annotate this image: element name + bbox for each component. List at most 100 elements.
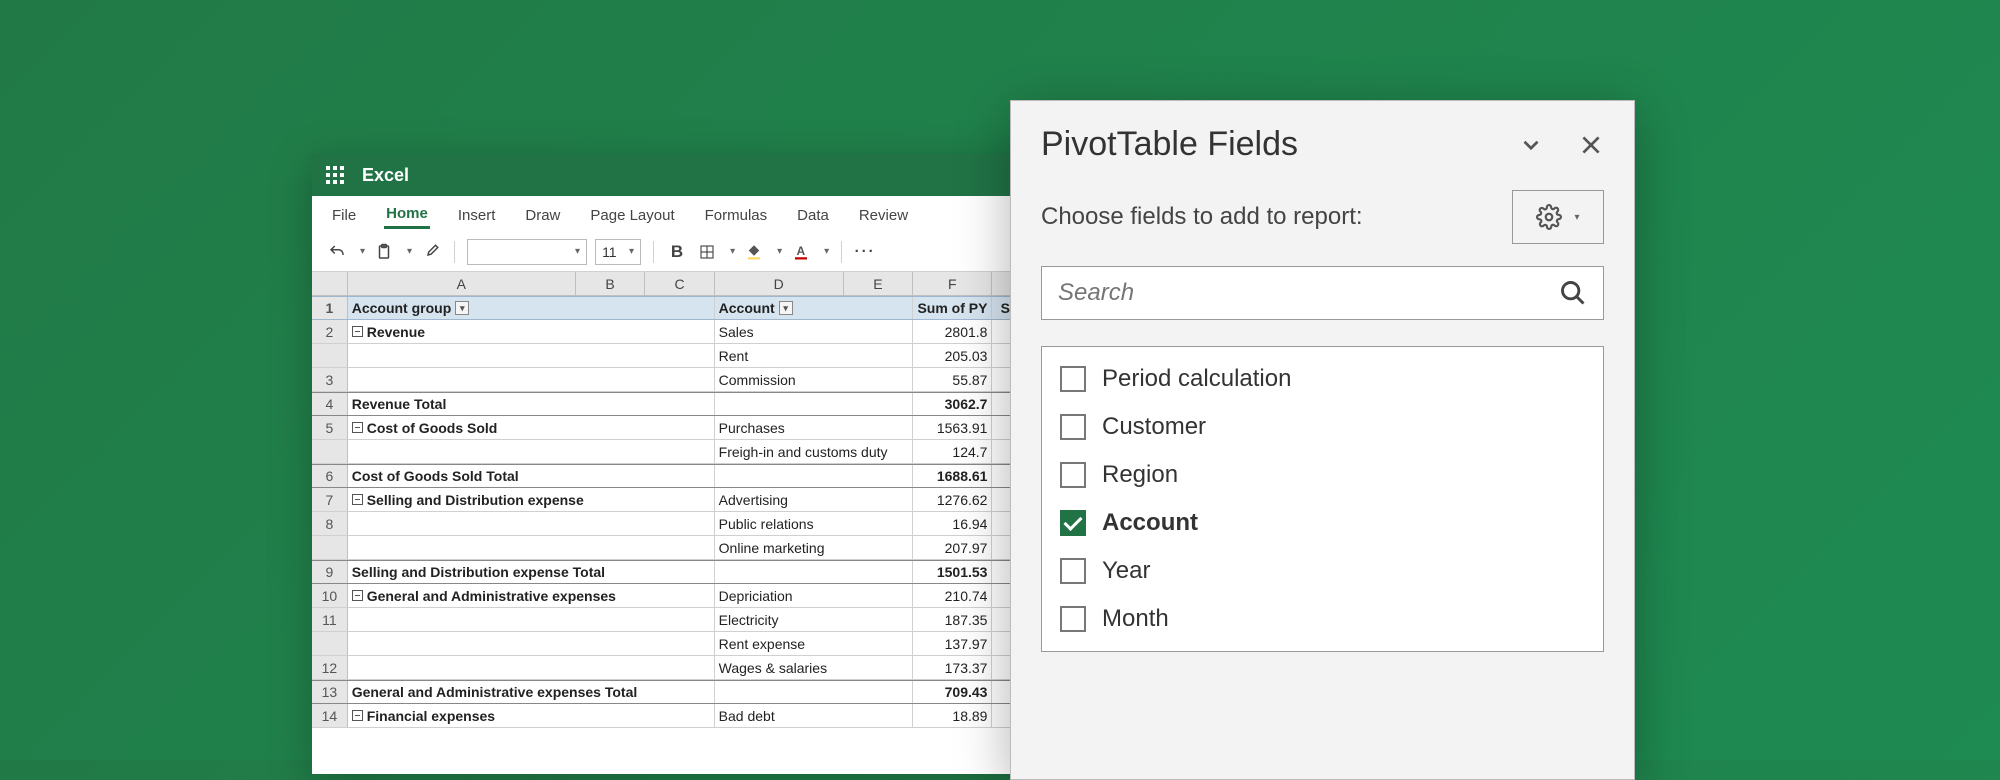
- cell[interactable]: Sum of PY: [913, 297, 992, 319]
- row-number[interactable]: 4: [312, 393, 348, 415]
- row-number[interactable]: 9: [312, 561, 348, 583]
- cell[interactable]: Selling and Distribution expense: [348, 488, 715, 511]
- row-number[interactable]: 6: [312, 465, 348, 487]
- row-number[interactable]: [312, 344, 348, 367]
- table-row[interactable]: 3Commission55.87: [312, 368, 1052, 392]
- table-row[interactable]: 7Selling and Distribution expenseAdverti…: [312, 488, 1052, 512]
- row-number[interactable]: 14: [312, 704, 348, 727]
- column-header-e[interactable]: E: [844, 272, 913, 295]
- row-number[interactable]: 3: [312, 368, 348, 391]
- table-row[interactable]: 2RevenueSales2801.837: [312, 320, 1052, 344]
- cell[interactable]: 1563.91: [913, 416, 992, 439]
- fill-color-dropdown-icon[interactable]: ▾: [777, 246, 782, 257]
- row-number[interactable]: [312, 632, 348, 655]
- close-icon[interactable]: [1578, 132, 1604, 158]
- filter-dropdown-icon[interactable]: ▾: [779, 301, 793, 315]
- cell[interactable]: Financial expenses: [348, 704, 715, 727]
- cell[interactable]: Sales: [715, 320, 913, 343]
- undo-icon[interactable]: [326, 241, 348, 263]
- cell[interactable]: Wages & salaries: [715, 656, 913, 679]
- filter-dropdown-icon[interactable]: ▾: [455, 301, 469, 315]
- settings-button[interactable]: ▾: [1512, 190, 1604, 244]
- font-color-dropdown-icon[interactable]: ▾: [824, 246, 829, 257]
- cell[interactable]: Bad debt: [715, 704, 913, 727]
- collapse-icon[interactable]: [1518, 132, 1544, 158]
- field-item[interactable]: Month: [1054, 595, 1591, 643]
- table-row[interactable]: 14Financial expensesBad debt18.89: [312, 704, 1052, 728]
- paste-dropdown-icon[interactable]: ▾: [407, 246, 412, 257]
- cell[interactable]: [715, 465, 913, 487]
- cell[interactable]: 187.35: [913, 608, 992, 631]
- row-number[interactable]: 8: [312, 512, 348, 535]
- collapse-group-icon[interactable]: [352, 590, 363, 601]
- cell[interactable]: 1276.62: [913, 488, 992, 511]
- select-all-corner[interactable]: [312, 272, 348, 295]
- column-header-a[interactable]: A: [348, 272, 576, 295]
- cell[interactable]: 210.74: [913, 584, 992, 607]
- table-row[interactable]: 6Cost of Goods Sold Total1688.6123: [312, 464, 1052, 488]
- bold-button[interactable]: B: [666, 241, 688, 263]
- cell[interactable]: Revenue Total: [348, 393, 715, 415]
- cell[interactable]: [348, 344, 715, 367]
- format-painter-icon[interactable]: [420, 241, 442, 263]
- collapse-group-icon[interactable]: [352, 422, 363, 433]
- table-row[interactable]: 4Revenue Total3062.740: [312, 392, 1052, 416]
- table-row[interactable]: 9Selling and Distribution expense Total1…: [312, 560, 1052, 584]
- tab-review[interactable]: Review: [857, 201, 910, 228]
- cell[interactable]: Cost of Goods Sold Total: [348, 465, 715, 487]
- table-row[interactable]: 11Electricity187.355: [312, 608, 1052, 632]
- tab-data[interactable]: Data: [795, 201, 831, 228]
- column-header-f[interactable]: F: [913, 272, 992, 295]
- font-selector[interactable]: ▾: [467, 239, 587, 265]
- cell[interactable]: Freigh-in and customs duty: [715, 440, 913, 463]
- fill-color-icon[interactable]: [743, 241, 765, 263]
- tab-insert[interactable]: Insert: [456, 201, 498, 228]
- tab-page-layout[interactable]: Page Layout: [588, 201, 676, 228]
- table-row[interactable]: Rent205.032: [312, 344, 1052, 368]
- table-row[interactable]: 1Account group▾Account▾Sum of PYSum of: [312, 296, 1052, 320]
- table-row[interactable]: 5Cost of Goods SoldPurchases1563.9123: [312, 416, 1052, 440]
- field-checkbox[interactable]: [1060, 510, 1086, 536]
- tab-draw[interactable]: Draw: [523, 201, 562, 228]
- row-number[interactable]: 7: [312, 488, 348, 511]
- cell[interactable]: [715, 393, 913, 415]
- row-number[interactable]: 5: [312, 416, 348, 439]
- row-number[interactable]: 13: [312, 681, 348, 703]
- cell[interactable]: [348, 656, 715, 679]
- table-row[interactable]: 8Public relations16.941: [312, 512, 1052, 536]
- cell[interactable]: 55.87: [913, 368, 992, 391]
- cell[interactable]: Account group▾: [348, 297, 715, 319]
- cell[interactable]: 18.89: [913, 704, 992, 727]
- cell[interactable]: 2801.8: [913, 320, 992, 343]
- cell[interactable]: General and Administrative expenses Tota…: [348, 681, 715, 703]
- row-number[interactable]: 11: [312, 608, 348, 631]
- tab-formulas[interactable]: Formulas: [703, 201, 770, 228]
- field-checkbox[interactable]: [1060, 558, 1086, 584]
- row-number[interactable]: [312, 536, 348, 559]
- field-checkbox[interactable]: [1060, 414, 1086, 440]
- field-checkbox[interactable]: [1060, 606, 1086, 632]
- cell[interactable]: Online marketing: [715, 536, 913, 559]
- cell[interactable]: 1688.61: [913, 465, 992, 487]
- table-row[interactable]: 10General and Administrative expensesDep…: [312, 584, 1052, 608]
- cell[interactable]: 207.97: [913, 536, 992, 559]
- cell[interactable]: 137.97: [913, 632, 992, 655]
- cell[interactable]: 16.94: [913, 512, 992, 535]
- column-header-c[interactable]: C: [645, 272, 714, 295]
- spreadsheet-grid[interactable]: 1Account group▾Account▾Sum of PYSum of2R…: [312, 296, 1052, 728]
- field-checkbox[interactable]: [1060, 366, 1086, 392]
- collapse-group-icon[interactable]: [352, 710, 363, 721]
- cell[interactable]: Cost of Goods Sold: [348, 416, 715, 439]
- field-item[interactable]: Account: [1054, 499, 1591, 547]
- cell[interactable]: Public relations: [715, 512, 913, 535]
- cell[interactable]: Purchases: [715, 416, 913, 439]
- collapse-group-icon[interactable]: [352, 326, 363, 337]
- cell[interactable]: 205.03: [913, 344, 992, 367]
- tab-home[interactable]: Home: [384, 199, 430, 229]
- app-launcher-icon[interactable]: [326, 166, 344, 184]
- cell[interactable]: Advertising: [715, 488, 913, 511]
- cell[interactable]: 709.43: [913, 681, 992, 703]
- table-row[interactable]: Freigh-in and customs duty124.7: [312, 440, 1052, 464]
- cell[interactable]: 173.37: [913, 656, 992, 679]
- table-row[interactable]: 12Wages & salaries173.37: [312, 656, 1052, 680]
